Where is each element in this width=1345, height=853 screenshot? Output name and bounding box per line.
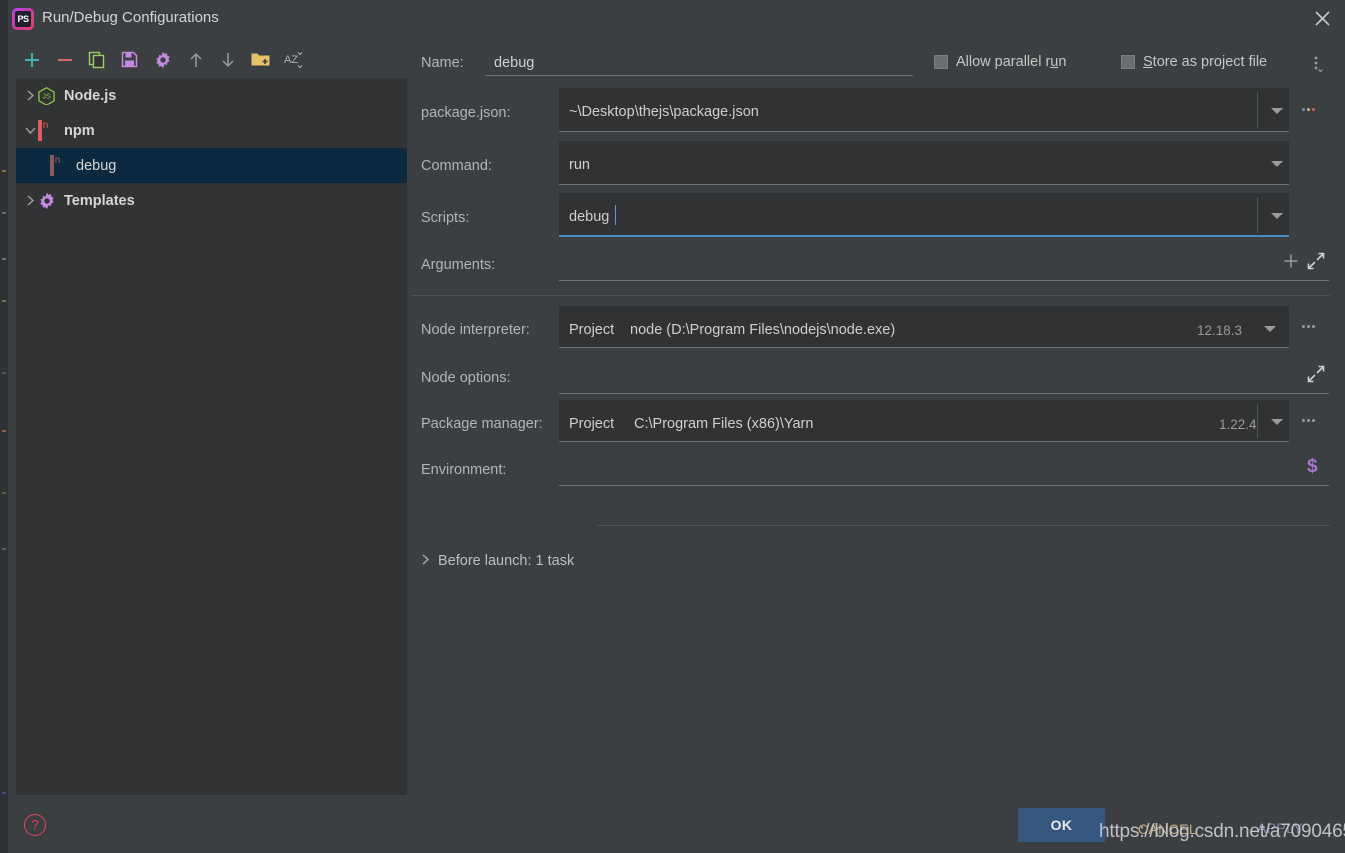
command-dropdown-arrow[interactable] (1271, 161, 1283, 167)
arguments-expand-icon[interactable] (1307, 252, 1325, 275)
text-caret (615, 205, 616, 225)
node-interpreter-dropdown-arrow[interactable] (1264, 326, 1276, 332)
package-json-label: package.json: (421, 105, 510, 121)
store-as-project-file-checkbox[interactable]: Store as project file (1121, 54, 1267, 70)
node-interpreter-browse-button[interactable] (1289, 306, 1327, 348)
package-json-value: ~\Desktop\thejs\package.json (569, 104, 759, 120)
package-json-browse-button[interactable] (1289, 88, 1327, 132)
package-json-dropdown-arrow[interactable] (1271, 108, 1283, 114)
package-manager-version: 1.22.4 (1219, 417, 1257, 432)
field-divider (1257, 92, 1258, 128)
allow-parallel-run-checkbox[interactable]: Allow parallel run (934, 54, 1066, 70)
node-options-label: Node options: (421, 370, 510, 386)
scripts-input[interactable] (559, 193, 1289, 237)
node-options-input[interactable] (559, 354, 1329, 394)
checkbox-box (1121, 55, 1135, 69)
name-label: Name: (421, 55, 464, 71)
name-input[interactable] (485, 46, 913, 76)
dollar-variables-icon[interactable]: $ (1307, 457, 1318, 477)
move-up-button[interactable] (182, 44, 210, 74)
ok-button[interactable]: OK (1018, 808, 1105, 842)
node-options-expand-icon[interactable] (1307, 365, 1325, 388)
npm-icon (38, 122, 56, 140)
copy-configuration-button[interactable] (83, 44, 111, 74)
chevron-right-icon[interactable] (22, 193, 38, 209)
package-manager-value: C:\Program Files (x86)\Yarn (634, 416, 813, 432)
package-manager-browse-button[interactable] (1289, 400, 1327, 442)
more-vertical-icon[interactable] (1310, 54, 1330, 76)
environment-input[interactable] (559, 446, 1329, 486)
save-configuration-button[interactable] (116, 44, 144, 74)
allow-parallel-run-label: Allow parallel run (956, 54, 1066, 70)
title-bar: PS Run/Debug Configurations (8, 0, 1345, 38)
package-manager-dropdown-arrow[interactable] (1271, 419, 1283, 425)
arguments-label: Arguments: (421, 257, 495, 273)
tree-item-label: Node.js (64, 88, 116, 104)
field-divider (1257, 404, 1258, 438)
tree-item-label: Templates (64, 193, 135, 209)
section-separator (412, 295, 1330, 296)
name-input-value: debug (494, 55, 534, 71)
command-input[interactable] (559, 141, 1289, 185)
close-icon[interactable] (1299, 0, 1345, 38)
package-manager-prefix: Project (569, 416, 614, 432)
tree-item-label: debug (76, 158, 116, 174)
checkbox-box (934, 55, 948, 69)
gear-icon (38, 192, 56, 210)
move-down-button[interactable] (214, 44, 242, 74)
sort-alphabetically-button[interactable]: AZ (279, 44, 307, 74)
chevron-right-icon[interactable] (22, 88, 38, 104)
chevron-down-icon[interactable] (22, 123, 38, 139)
node-interpreter-prefix: Project (569, 322, 614, 338)
chevron-right-icon[interactable] (421, 552, 430, 570)
svg-text:JS: JS (42, 91, 51, 100)
node-interpreter-value: node (D:\Program Files\nodejs\node.exe) (630, 322, 895, 338)
before-launch-label: Before launch: 1 task (438, 553, 574, 569)
phpstorm-logo: PS (12, 8, 34, 30)
phpstorm-logo-text: PS (15, 11, 31, 27)
window-title: Run/Debug Configurations (42, 9, 219, 26)
tree-item-debug[interactable]: debug (16, 148, 407, 183)
svg-text:AZ: AZ (284, 54, 298, 66)
before-launch-separator (597, 525, 1330, 526)
configurations-tree[interactable]: JS Node.js npm debug (16, 78, 407, 795)
store-as-project-file-label: Store as project file (1143, 54, 1267, 70)
add-configuration-button[interactable] (18, 44, 46, 74)
remove-configuration-button[interactable] (51, 44, 79, 74)
tree-item-nodejs[interactable]: JS Node.js (16, 78, 407, 113)
arguments-add-icon[interactable] (1283, 253, 1299, 274)
run-debug-configurations-dialog: PS Run/Debug Configurations (0, 0, 1345, 853)
node-interpreter-label: Node interpreter: (421, 322, 530, 338)
nodejs-icon: JS (38, 87, 56, 105)
arguments-input[interactable] (559, 241, 1329, 281)
tree-item-npm[interactable]: npm (16, 113, 407, 148)
edit-templates-gear-icon[interactable] (149, 44, 177, 74)
configuration-form: Name: debug Allow parallel run Store as … (407, 38, 1345, 798)
command-value: run (569, 157, 590, 173)
package-manager-label: Package manager: (421, 416, 543, 432)
npm-icon (50, 157, 68, 175)
command-label: Command: (421, 158, 492, 174)
new-folder-button[interactable] (246, 44, 274, 74)
tree-item-label: npm (64, 123, 95, 139)
scripts-dropdown-arrow[interactable] (1271, 213, 1283, 219)
before-launch-section[interactable]: Before launch: 1 task (421, 552, 574, 570)
background-ide-sliver (0, 0, 8, 853)
watermark-text: https://blog.csdn.net/a709046532 (1099, 821, 1345, 843)
node-interpreter-version: 12.18.3 (1197, 323, 1242, 338)
environment-label: Environment: (421, 462, 506, 478)
scripts-label: Scripts: (421, 210, 469, 226)
tree-toolbar: AZ (8, 44, 407, 78)
tree-item-templates[interactable]: Templates (16, 183, 407, 218)
field-divider (1257, 197, 1258, 233)
help-question-icon[interactable]: ? (24, 814, 46, 836)
scripts-value: debug (569, 209, 609, 225)
